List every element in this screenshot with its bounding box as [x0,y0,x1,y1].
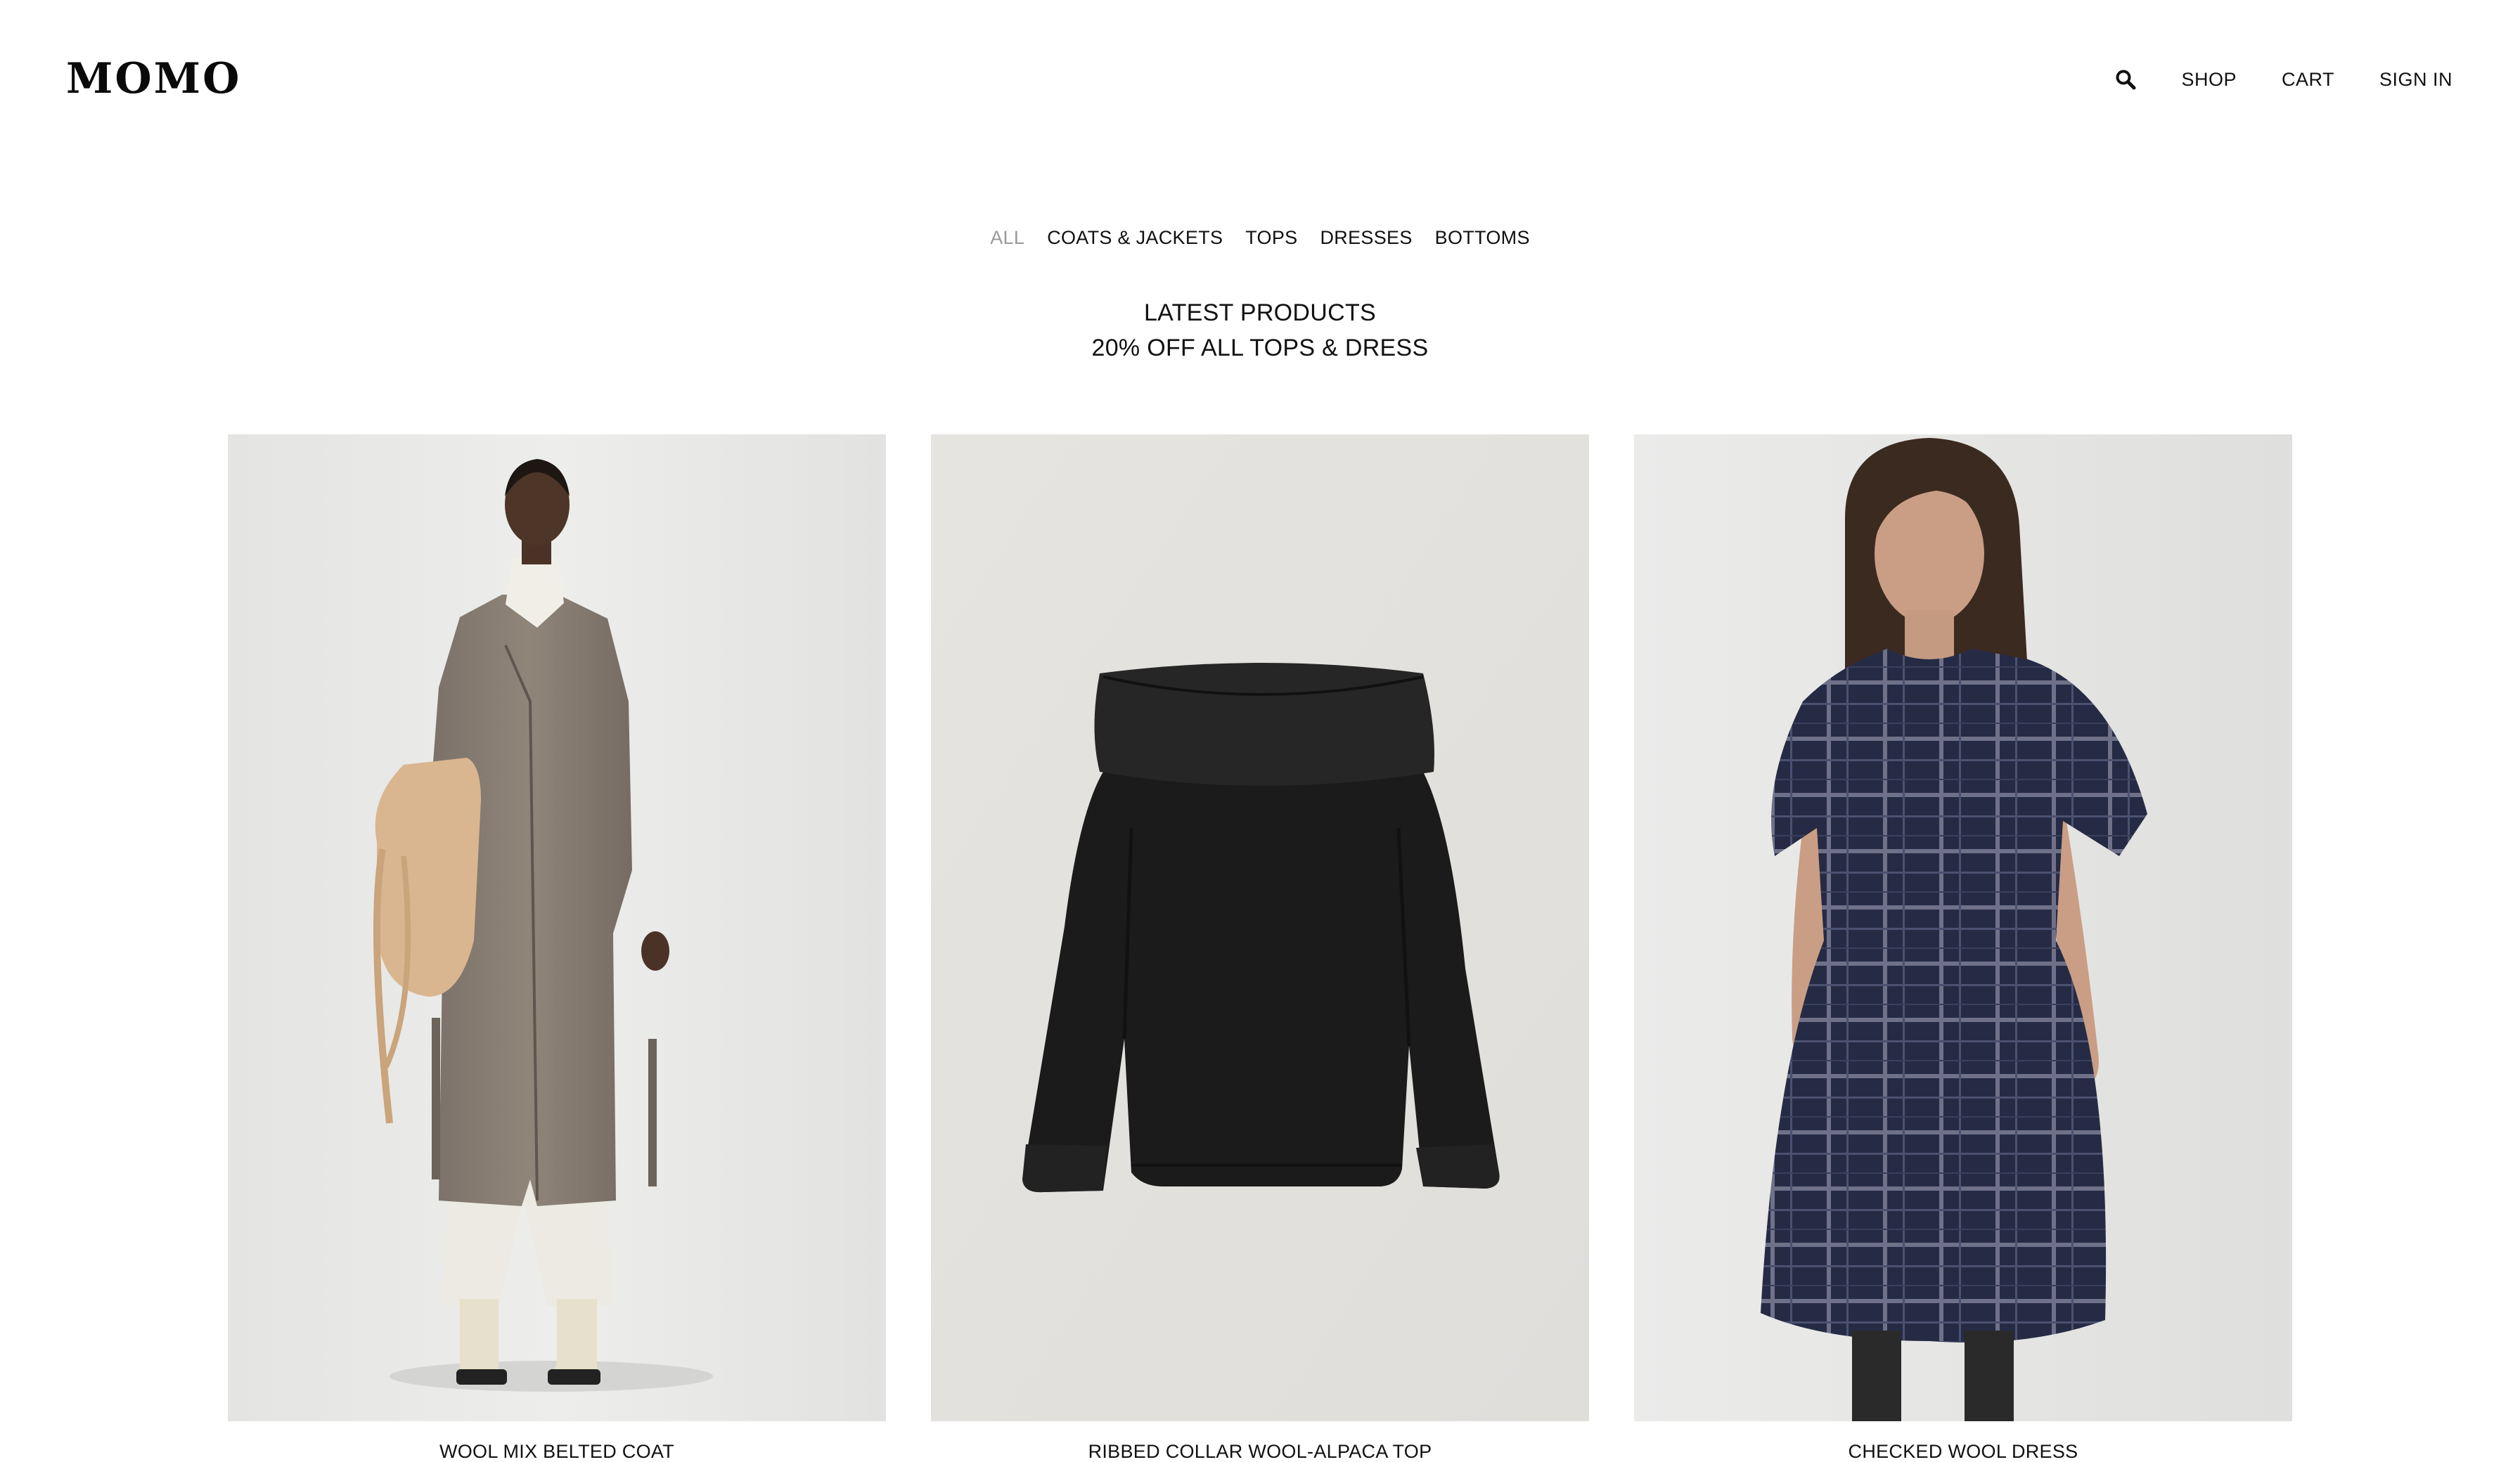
top-navigation: SHOP CART SIGN IN [2115,63,2452,96]
product-card[interactable]: RIBBED COLLAR WOOL-ALPACA TOP [931,434,1589,1462]
category-filter: ALL COATS & JACKETS TOPS DRESSES BOTTOMS [0,224,2520,252]
product-image-coat[interactable] [228,434,886,1421]
product-name[interactable]: WOOL MIX BELTED COAT [228,1441,886,1462]
brand-logo[interactable]: MOMO [66,51,241,107]
category-coats-jackets[interactable]: COATS & JACKETS [1047,227,1223,249]
product-name[interactable]: CHECKED WOOL DRESS [1634,1441,2292,1462]
category-dresses[interactable]: DRESSES [1320,227,1412,249]
category-all[interactable]: ALL [990,227,1024,249]
section-title: LATEST PRODUCTS [1143,299,1377,326]
product-card[interactable]: WOOL MIX BELTED COAT [228,434,886,1462]
product-image-top[interactable] [931,434,1589,1421]
product-image-dress[interactable] [1634,434,2292,1421]
promo-headline: LATEST PRODUCTS 20% OFF ALL TOPS & DRESS [0,295,2520,366]
category-bottoms[interactable]: BOTTOMS [1435,227,1530,249]
nav-sign-in-link[interactable]: SIGN IN [2379,69,2452,91]
product-listing-page: MOMO SHOP CART SIGN IN ALL COATS & JACKE… [0,0,2520,1462]
nav-cart-link[interactable]: CART [2282,69,2334,91]
search-icon[interactable] [2115,67,2136,91]
nav-shop-link[interactable]: SHOP [2181,69,2237,91]
promo-subtitle: 20% OFF ALL TOPS & DRESS [1091,335,1429,361]
category-tops[interactable]: TOPS [1245,227,1297,249]
product-grid: WOOL MIX BELTED COAT RIBBED COLLAR WOOL-… [228,434,2292,1462]
product-name[interactable]: RIBBED COLLAR WOOL-ALPACA TOP [931,1441,1589,1462]
product-card[interactable]: CHECKED WOOL DRESS [1634,434,2292,1462]
